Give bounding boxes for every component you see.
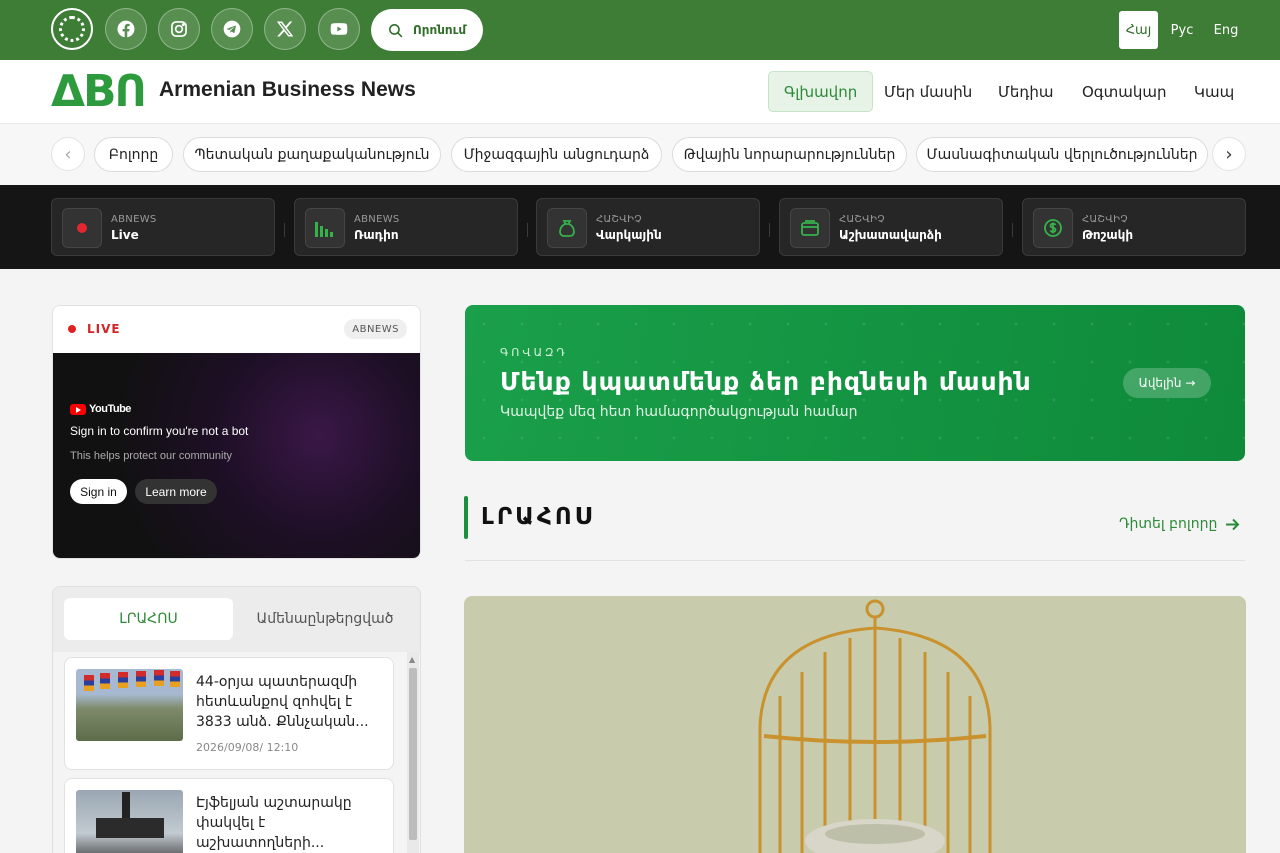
lang-hy[interactable]: Հայ	[1119, 11, 1158, 49]
nav-media[interactable]: Մեդիա	[983, 71, 1068, 112]
search-icon	[389, 23, 403, 37]
quicklinks-strip: ABNEWS Live ABNEWS Ռադիո ՀԱՇՎԻՉ Վարկային…	[0, 185, 1280, 269]
promo-more-button[interactable]: Ավելին →	[1123, 368, 1211, 398]
quicklink-live[interactable]: ABNEWS Live	[51, 198, 275, 256]
nav-useful[interactable]: Օգտակար	[1067, 71, 1182, 112]
youtube-logo: YouTube	[70, 403, 131, 415]
view-all-link[interactable]: Դիտել բոլորը	[1119, 516, 1240, 532]
x-twitter-icon[interactable]	[264, 8, 306, 50]
live-label: LIVE	[87, 322, 121, 336]
quicklink-loan-calculator[interactable]: ՀԱՇՎԻՉ Վարկային	[536, 198, 760, 256]
facebook-icon[interactable]	[105, 8, 147, 50]
money-bag-icon	[547, 208, 587, 248]
featured-article-image[interactable]	[464, 596, 1246, 853]
chevron-right-icon[interactable]: ›	[1212, 137, 1246, 171]
golden-cage-image	[758, 599, 992, 853]
emblem-logo-icon[interactable]	[51, 8, 93, 50]
nav-about[interactable]: Մեր մասին	[869, 71, 987, 112]
radio-bars-icon	[305, 208, 345, 248]
news-thumbnail	[76, 669, 183, 741]
dollar-coin-icon	[1033, 208, 1073, 248]
video-signin-button[interactable]: Sign in	[70, 479, 127, 504]
section-accent-bar	[464, 496, 468, 539]
live-record-icon	[62, 208, 102, 248]
news-title: 44-օրյա պատերազմի հետևանքով զոհվել է 383…	[196, 674, 369, 730]
scroll-up-icon[interactable]: ▲	[409, 655, 415, 664]
news-thumbnail	[76, 790, 183, 853]
lang-en[interactable]: Eng	[1207, 11, 1245, 49]
news-list: 44-օրյա պատերազմի հետևանքով զոհվել է 383…	[53, 652, 420, 853]
youtube-icon[interactable]	[318, 8, 360, 50]
abn-logo[interactable]: ΔBՈ	[51, 70, 147, 114]
promo-kicker: ԳՈՎԱԶԴ	[500, 346, 568, 359]
video-message: Sign in to confirm you're not a bot	[70, 424, 249, 438]
wallet-icon	[790, 208, 830, 248]
promo-subtitle: Կապվեք մեզ հետ համագործակցության համար	[500, 404, 858, 420]
search-button[interactable]: Որոնում	[371, 9, 483, 51]
search-label: Որոնում	[413, 23, 467, 37]
live-badge: ABNEWS	[344, 319, 407, 339]
site-header: ΔBՈ Armenian Business News Գլխավոր Մեր մ…	[0, 60, 1280, 124]
category-bar: ‹ Բոլորը Պետական քաղաքականություն Միջազգ…	[0, 124, 1280, 185]
site-name[interactable]: Armenian Business News	[159, 78, 416, 102]
category-chip-all[interactable]: Բոլորը	[94, 137, 173, 172]
telegram-icon[interactable]	[211, 8, 253, 50]
tab-most-read[interactable]: Ամենաընթերցված	[238, 598, 412, 640]
instagram-icon[interactable]	[158, 8, 200, 50]
latest-news-widget: ԼՐԱՀՈՍ Ամենաընթերցված 44-օրյա պատերազմի …	[52, 586, 421, 853]
category-chip-analysis[interactable]: Մասնագիտական վերլուծություններ	[916, 137, 1208, 172]
youtube-embed[interactable]: YouTube Sign in to confirm you're not a …	[53, 353, 420, 558]
category-chip-policy[interactable]: Պետական քաղաքականություն	[183, 137, 441, 172]
top-bar: Որոնում Հայ Рус Eng	[0, 0, 1280, 60]
list-item[interactable]: 44-օրյա պատերազմի հետևանքով զոհվել է 383…	[64, 657, 394, 770]
video-submessage: This helps protect our community	[70, 450, 233, 462]
quicklink-radio[interactable]: ABNEWS Ռադիո	[294, 198, 518, 256]
category-chip-international[interactable]: Միջազգային անցուդարձ	[451, 137, 662, 172]
quicklink-pension-calculator[interactable]: ՀԱՇՎԻՉ Թոշակի	[1022, 198, 1246, 256]
list-item[interactable]: Էյֆելյան աշտարակը փակվել է աշխատողների..…	[64, 778, 394, 853]
quicklink-salary-calculator[interactable]: ՀԱՇՎԻՉ Աշխատավարձի	[779, 198, 1003, 256]
list-scrollbar[interactable]: ▲	[407, 652, 419, 853]
category-chip-digital[interactable]: Թվային նորարարություններ	[672, 137, 907, 172]
youtube-play-icon	[70, 403, 86, 415]
lang-ru[interactable]: Рус	[1164, 11, 1200, 49]
nav-home[interactable]: Գլխավոր	[768, 71, 874, 112]
news-date: 2026/09/08/ 12:10	[196, 741, 299, 754]
live-card: LIVE ABNEWS YouTube Sign in to confirm y…	[52, 305, 421, 559]
promo-title: Մենք կպատմենք ձեր բիզնեսի մասին	[500, 367, 1032, 396]
promo-banner[interactable]: ԳՈՎԱԶԴ Մենք կպատմենք ձեր բիզնեսի մասին Կ…	[465, 305, 1245, 461]
chevron-left-icon[interactable]: ‹	[51, 137, 85, 171]
arrow-right-icon	[1226, 518, 1240, 530]
section-title: ԼՐԱՀՈՍ	[481, 504, 595, 530]
tab-latest[interactable]: ԼՐԱՀՈՍ	[64, 598, 233, 640]
live-dot-icon	[68, 325, 76, 333]
news-title: Էյֆելյան աշտարակը փակվել է աշխատողների..…	[196, 795, 352, 851]
video-learn-more-button[interactable]: Learn more	[135, 479, 217, 504]
nav-contact[interactable]: Կապ	[1179, 71, 1249, 112]
live-header: LIVE ABNEWS	[53, 306, 420, 353]
scrollbar-thumb[interactable]	[409, 668, 417, 840]
